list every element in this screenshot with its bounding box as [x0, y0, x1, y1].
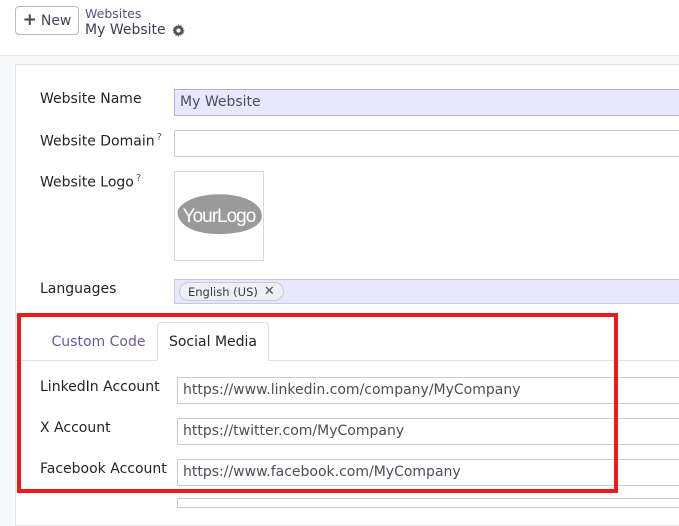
- languages-input[interactable]: English (US) ✕: [174, 279, 679, 304]
- x-account-label: X Account: [40, 420, 111, 436]
- logo-text: YourLogo: [183, 206, 256, 227]
- facebook-input[interactable]: https://www.facebook.com/MyCompany: [177, 459, 679, 486]
- website-domain-label: Website Domain?: [40, 132, 162, 150]
- help-tooltip-icon[interactable]: ?: [136, 173, 141, 184]
- new-button-label: New: [40, 12, 72, 29]
- linkedin-input[interactable]: https://www.linkedin.com/company/MyCompa…: [177, 377, 679, 404]
- next-social-input[interactable]: [177, 498, 679, 508]
- website-domain-input[interactable]: [174, 130, 679, 157]
- facebook-label: Facebook Account: [40, 461, 167, 477]
- breadcrumb-current: My Website: [85, 22, 185, 38]
- website-logo-field[interactable]: YourLogo: [174, 171, 264, 261]
- your-logo-image: YourLogo: [177, 194, 262, 235]
- control-panel: + New Websites My Website: [0, 0, 679, 56]
- help-tooltip-icon[interactable]: ?: [157, 132, 162, 143]
- tab-custom-code[interactable]: Custom Code: [40, 323, 157, 360]
- website-logo-label-text: Website Logo: [40, 174, 134, 191]
- website-domain-label-text: Website Domain: [40, 133, 155, 150]
- plus-icon: +: [22, 9, 37, 30]
- breadcrumb-websites[interactable]: Websites: [85, 6, 141, 21]
- language-tag-label: English (US): [188, 284, 258, 299]
- language-tag: English (US) ✕: [179, 282, 284, 301]
- website-name-input[interactable]: My Website: [174, 89, 679, 116]
- current-record-title: My Website: [85, 22, 166, 38]
- x-account-input[interactable]: https://twitter.com/MyCompany: [177, 418, 679, 445]
- new-button[interactable]: + New: [15, 6, 79, 35]
- gear-icon[interactable]: [171, 23, 185, 37]
- linkedin-label: LinkedIn Account: [40, 379, 160, 395]
- close-icon[interactable]: ✕: [264, 284, 275, 299]
- tabs-divider: [15, 360, 679, 361]
- website-logo-label: Website Logo?: [40, 173, 141, 191]
- website-name-label: Website Name: [40, 91, 142, 107]
- tab-social-media[interactable]: Social Media: [157, 322, 269, 361]
- languages-label: Languages: [40, 281, 117, 297]
